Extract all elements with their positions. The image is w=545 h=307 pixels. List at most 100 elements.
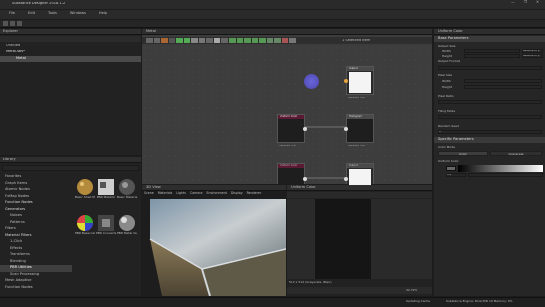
menu-tools[interactable]: Tools <box>48 11 57 19</box>
output-size-label: Output Size <box>438 45 456 48</box>
explorer-title: Explorer <box>0 29 141 35</box>
tiling-mode-select[interactable] <box>438 115 542 119</box>
thumb-pbr-metallic[interactable]: PBR Metallic <box>96 178 116 208</box>
output-format-label: Output Format <box>438 60 460 63</box>
new-icon[interactable] <box>3 21 8 26</box>
save-icon[interactable] <box>17 21 22 26</box>
node-uniform-color-2[interactable]: Uniform Color <box>277 163 307 184</box>
view3d-viewport[interactable] <box>142 199 286 296</box>
specific-parameters-header[interactable]: Specific Parameters <box>434 137 545 143</box>
graph-node-palette[interactable] <box>146 38 296 43</box>
view2d-toolbar <box>287 192 432 198</box>
tree-item[interactable]: Function Nodes <box>0 285 72 292</box>
random-seed-field[interactable]: 0 <box>438 130 542 134</box>
thumb-preview <box>119 179 135 195</box>
title-bar: Substance Designer 2018.1.2 — ❐ ✕ <box>0 0 545 9</box>
view3d-menu-scene[interactable]: Scene <box>144 191 154 198</box>
uniform-color-value-field[interactable]: 0.4 <box>446 173 466 177</box>
graph-panel: Metal 1 Selected Item Output 512x512 - L… <box>142 29 432 185</box>
node-uniform-color[interactable]: Uniform Color <box>277 114 307 143</box>
height-relative-select[interactable]: Relative to p <box>522 54 543 58</box>
color-mode-color-button[interactable]: Color <box>438 151 488 156</box>
grayscale-gradient[interactable] <box>458 165 543 172</box>
node-output-size: 512x512 - L8 <box>348 97 365 99</box>
status-left: Updating Cache <box>406 300 430 303</box>
view2d-zoom[interactable]: 32.72% <box>406 289 417 292</box>
graph-title: Metal <box>142 29 432 35</box>
view3d-menu-environment[interactable]: Environment <box>206 191 226 198</box>
view2d-canvas[interactable] <box>287 199 432 279</box>
node-output[interactable]: Output <box>344 66 374 95</box>
view3d-menu-display[interactable]: Display <box>231 191 243 198</box>
width-relative-select[interactable]: Relative to p <box>522 49 543 53</box>
view2d-footer: 32.72% <box>287 287 432 294</box>
node-title: Output <box>347 164 373 168</box>
minimize-icon[interactable]: — <box>511 0 515 5</box>
pixel-height-field[interactable] <box>464 85 542 89</box>
base-parameters-header[interactable]: Base Parameters <box>434 36 545 42</box>
node-input-port[interactable] <box>344 127 348 131</box>
properties-title: Uniform Color <box>434 29 545 35</box>
node-output-port[interactable] <box>303 127 307 131</box>
graph-selection-label: 1 Selected Item <box>342 39 371 42</box>
view3d-menu-camera[interactable]: Camera <box>190 191 203 198</box>
thumb-basic-shad-metallic[interactable]: Basic Shad Metallic <box>75 178 95 208</box>
view2d-title: Uniform Color <box>287 185 432 191</box>
pixel-width-field[interactable] <box>464 79 542 83</box>
node-output-2[interactable]: Output <box>344 163 374 185</box>
node-title: Uniform Color <box>278 164 304 168</box>
width-field[interactable] <box>464 49 520 53</box>
thumb-preview <box>98 179 114 195</box>
graph-canvas[interactable]: Output 512x512 - L8 Uniform Color 512x51… <box>142 45 432 185</box>
output-format-select[interactable] <box>438 66 542 70</box>
menu-windows[interactable]: Windows <box>70 11 86 19</box>
toolbar <box>0 20 545 28</box>
thumb-basic-material[interactable]: Basic Material <box>117 178 137 208</box>
tiling-mode-label: Tiling Mode <box>438 110 456 113</box>
thumb-preview <box>77 215 93 231</box>
thumb-pbr-converter[interactable]: PBR Converter <box>96 214 116 244</box>
color-swatch[interactable] <box>446 166 456 171</box>
random-seed-label: Random Seed <box>438 125 459 128</box>
thumb-preview <box>98 215 114 231</box>
uniform-color-slider[interactable] <box>468 173 543 177</box>
explorer-item-graph[interactable]: Metal <box>0 56 141 62</box>
node-preview <box>349 72 371 93</box>
thumb-pbr-basecolor[interactable]: PBR Basecolor <box>75 214 95 244</box>
thumb-pbr-metal-velocity[interactable]: PBR Metal Velocity <box>117 214 137 244</box>
open-icon[interactable] <box>10 21 15 26</box>
thumb-preview <box>77 179 93 195</box>
node-input-port[interactable] <box>344 79 348 83</box>
status-bar: Updating Cache Substance Engine: Direct3… <box>0 297 545 307</box>
explorer-item-package[interactable]: Metal.sbs* <box>6 50 25 54</box>
node-histogram[interactable]: Histogram <box>344 114 374 143</box>
color-mode-grayscale-button[interactable]: Grayscale <box>490 151 542 156</box>
height-field[interactable] <box>464 54 520 58</box>
maximize-icon[interactable]: ❐ <box>524 0 527 5</box>
pixel-width-label: Width <box>442 80 451 83</box>
explorer-item-untitled[interactable]: Untitled <box>6 44 20 48</box>
node-preview <box>349 169 371 185</box>
color-mode-label: Color Mode <box>438 146 455 149</box>
library-search-input[interactable] <box>2 165 139 171</box>
menu-help[interactable]: Help <box>99 11 107 19</box>
properties-panel: Uniform Color Base Parameters Output Siz… <box>434 29 545 296</box>
pixel-ratio-label: Pixel Ratio <box>438 95 454 98</box>
close-icon[interactable]: ✕ <box>536 0 539 5</box>
view3d-menu-lights[interactable]: Lights <box>176 191 186 198</box>
node-histogram-size: 512x512 - L8 <box>348 145 365 147</box>
node-output-port[interactable] <box>303 177 307 181</box>
node-title: Output <box>347 67 373 71</box>
pixel-ratio-select[interactable] <box>438 100 542 104</box>
explorer-panel: Explorer Untitled Metal.sbs* Metal <box>0 29 141 155</box>
library-thumbnails: Basic Shad Metallic PBR Metallic Basic M… <box>74 174 140 254</box>
view3d-menu-materials[interactable]: Materials <box>158 191 173 198</box>
node-input-port[interactable] <box>344 177 348 181</box>
window-title: Substance Designer 2018.1.2 <box>12 2 66 5</box>
menu-file[interactable]: File <box>9 11 15 19</box>
view2d-image <box>315 199 371 279</box>
menu-edit[interactable]: Edit <box>28 11 35 19</box>
view2d-panel: Uniform Color 512 x 512 (Grayscale, 8bpc… <box>287 185 432 296</box>
view3d-menu-renderer[interactable]: Renderer <box>247 191 262 198</box>
height-label: Height <box>442 55 452 58</box>
